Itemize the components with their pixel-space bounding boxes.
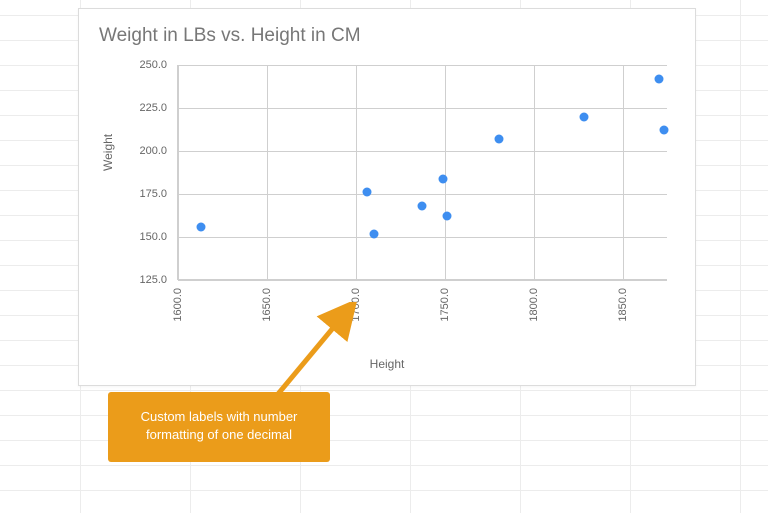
hgrid-line bbox=[178, 280, 667, 281]
x-tick-label: 1700.0 bbox=[350, 288, 362, 322]
x-tick-label: 1850.0 bbox=[617, 288, 629, 322]
y-axis-label: Weight bbox=[101, 134, 115, 171]
y-tick-label: 150.0 bbox=[117, 231, 167, 243]
y-tick-label: 175.0 bbox=[117, 188, 167, 200]
vgrid-line bbox=[267, 65, 268, 279]
vgrid-line bbox=[623, 65, 624, 279]
data-point bbox=[197, 222, 206, 231]
plot-area: 125.0150.0175.0200.0225.0250.01600.01650… bbox=[177, 65, 667, 280]
y-tick-label: 250.0 bbox=[117, 59, 167, 71]
annotation-callout: Custom labels with number formatting of … bbox=[108, 392, 330, 462]
data-point bbox=[439, 174, 448, 183]
data-point bbox=[362, 188, 371, 197]
y-tick-label: 125.0 bbox=[117, 274, 167, 286]
vgrid-line bbox=[178, 65, 179, 279]
data-point bbox=[494, 134, 503, 143]
data-point bbox=[655, 74, 664, 83]
data-point bbox=[418, 202, 427, 211]
hgrid-line bbox=[178, 194, 667, 195]
hgrid-line bbox=[178, 237, 667, 238]
y-tick-label: 225.0 bbox=[117, 102, 167, 114]
annotation-callout-text: Custom labels with number formatting of … bbox=[141, 409, 298, 442]
x-tick-label: 1800.0 bbox=[528, 288, 540, 322]
data-point bbox=[580, 112, 589, 121]
x-tick-label: 1650.0 bbox=[261, 288, 273, 322]
vgrid-line bbox=[534, 65, 535, 279]
data-point bbox=[660, 126, 669, 135]
hgrid-line bbox=[178, 108, 667, 109]
chart-container[interactable]: Weight in LBs vs. Height in CM Weight 12… bbox=[78, 8, 696, 386]
vgrid-line bbox=[445, 65, 446, 279]
hgrid-line bbox=[178, 65, 667, 66]
data-point bbox=[370, 229, 379, 238]
x-tick-label: 1750.0 bbox=[439, 288, 451, 322]
chart-title: Weight in LBs vs. Height in CM bbox=[99, 25, 361, 47]
x-axis-label: Height bbox=[370, 357, 405, 371]
y-tick-label: 200.0 bbox=[117, 145, 167, 157]
hgrid-line bbox=[178, 151, 667, 152]
x-tick-label: 1600.0 bbox=[172, 288, 184, 322]
vgrid-line bbox=[356, 65, 357, 279]
data-point bbox=[443, 212, 452, 221]
